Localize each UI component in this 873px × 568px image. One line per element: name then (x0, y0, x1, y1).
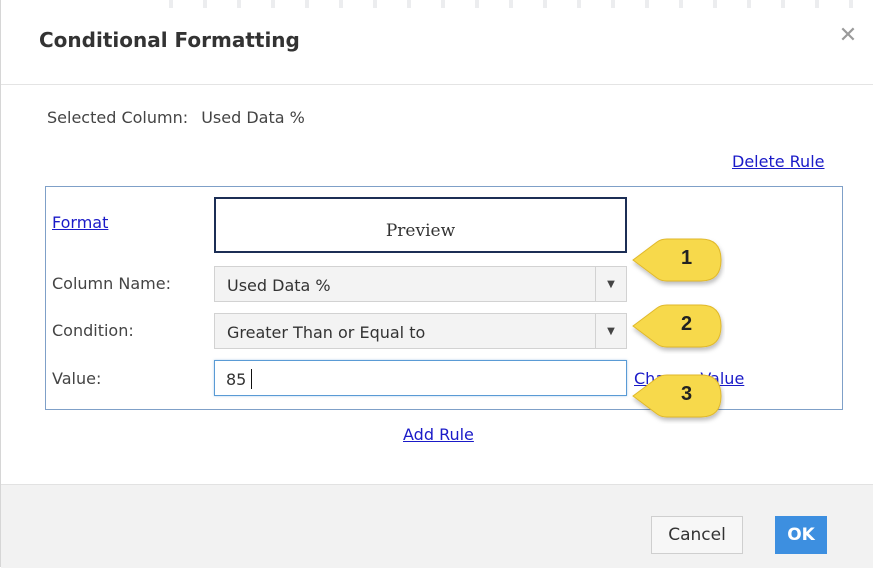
callout-number: 2 (681, 313, 693, 335)
callout-2: 2 (629, 300, 725, 354)
format-link[interactable]: Format (52, 213, 108, 232)
column-name-selected-value: Used Data % (227, 276, 331, 295)
condition-label: Condition: (52, 321, 134, 340)
chevron-down-icon[interactable]: ▼ (595, 267, 626, 301)
cancel-button[interactable]: Cancel (651, 516, 743, 554)
add-rule-link[interactable]: Add Rule (403, 425, 474, 444)
chevron-down-icon[interactable]: ▼ (595, 314, 626, 348)
callout-3: 3 (629, 370, 725, 424)
dialog-titlebar: Conditional Formatting ✕ (1, 0, 873, 85)
ok-button[interactable]: OK (775, 516, 827, 554)
text-cursor (251, 369, 252, 389)
selected-column-label: Selected Column: (47, 108, 189, 127)
column-name-label: Column Name: (52, 274, 171, 293)
condition-select[interactable]: Greater Than or Equal to ▼ (214, 313, 627, 349)
callout-number: 1 (681, 247, 693, 269)
selected-column-line: Selected Column: Used Data % (47, 108, 305, 127)
value-input[interactable]: 85 (214, 360, 627, 396)
callout-arrow-icon (632, 238, 722, 282)
value-label: Value: (52, 369, 102, 388)
callout-1: 1 (629, 234, 725, 288)
selected-column-value: Used Data % (201, 108, 305, 127)
dialog-title: Conditional Formatting (39, 28, 300, 52)
callout-arrow-icon (632, 304, 722, 348)
format-preview[interactable]: Preview (214, 197, 627, 253)
callout-arrow-icon (632, 374, 722, 418)
delete-rule-link[interactable]: Delete Rule (732, 152, 824, 171)
close-icon[interactable]: ✕ (833, 20, 863, 50)
value-input-text: 85 (226, 370, 247, 389)
conditional-formatting-dialog: Conditional Formatting ✕ Selected Column… (0, 0, 873, 568)
column-name-select[interactable]: Used Data % ▼ (214, 266, 627, 302)
callout-number: 3 (681, 383, 693, 405)
condition-selected-value: Greater Than or Equal to (227, 323, 426, 342)
